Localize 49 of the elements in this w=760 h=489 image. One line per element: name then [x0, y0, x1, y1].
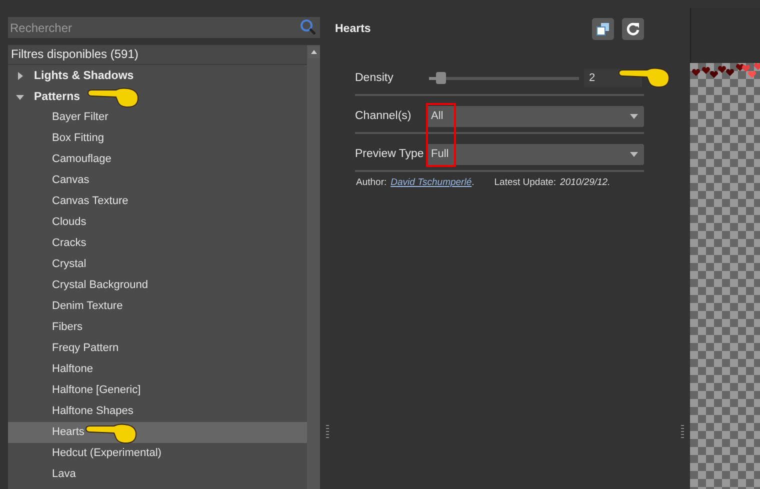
filter-item[interactable]: Crystal: [8, 254, 307, 275]
filter-item[interactable]: Hedcut (Experimental): [8, 443, 307, 464]
filter-item[interactable]: Clouds: [8, 212, 307, 233]
dropdown-arrow-icon: [630, 114, 638, 118]
author-label: Author:: [356, 177, 387, 188]
filter-item[interactable]: Canvas Texture: [8, 191, 307, 212]
filter-item[interactable]: Crystal Background: [8, 275, 307, 296]
filter-item[interactable]: Canvas: [8, 170, 307, 191]
filter-item[interactable]: Denim Texture: [8, 296, 307, 317]
category-item[interactable]: Lights & Shadows: [34, 70, 134, 82]
hearts-drawing: [690, 63, 760, 79]
splitter-handle[interactable]: [326, 425, 329, 439]
density-slider[interactable]: [426, 71, 582, 85]
scrollbar[interactable]: [307, 45, 320, 489]
slider-thumb[interactable]: [436, 72, 446, 84]
author-link[interactable]: David Tschumperlé: [390, 177, 472, 188]
highlight-frame: [426, 103, 456, 167]
filter-item[interactable]: Bayer Filter: [8, 107, 307, 128]
parameter-label: Density: [355, 72, 394, 84]
parameter-label: Preview Type: [355, 148, 425, 160]
filter-item[interactable]: Box Fitting: [8, 128, 307, 149]
filter-item[interactable]: Halftone: [8, 359, 307, 380]
update-label: Latest Update:: [494, 177, 556, 188]
punctuation: .: [472, 177, 474, 188]
filter-item[interactable]: Cracks: [8, 233, 307, 254]
reset-button[interactable]: [622, 18, 644, 40]
splitter-handle[interactable]: [681, 425, 684, 439]
filter-item[interactable]: Hearts: [8, 422, 307, 443]
filter-item[interactable]: Freqy Pattern: [8, 338, 307, 359]
filter-item[interactable]: Camouflage: [8, 149, 307, 170]
category-item[interactable]: Patterns: [34, 90, 80, 102]
parameter-label: Channel(s): [355, 110, 412, 122]
filter-item[interactable]: Lava: [8, 464, 307, 485]
expand-arrow-icon[interactable]: [16, 72, 24, 80]
dropdown[interactable]: All: [426, 106, 644, 126]
expand-arrow-icon[interactable]: [16, 92, 24, 100]
list-header: Filtres disponibles (591): [8, 45, 307, 65]
update-date: 2010/29/12.: [560, 177, 610, 188]
filter-item[interactable]: Fibers: [8, 317, 307, 338]
search-field[interactable]: Rechercher: [8, 17, 320, 38]
search-icon[interactable]: [300, 19, 316, 35]
filter-title: Hearts: [335, 23, 371, 35]
copy-button[interactable]: [592, 18, 614, 40]
dropdown-arrow-icon: [630, 152, 638, 156]
filter-item[interactable]: Halftone Shapes: [8, 401, 307, 422]
refresh-icon: [626, 22, 640, 36]
filter-item[interactable]: Halftone [Generic]: [8, 380, 307, 401]
windows-icon: [596, 22, 610, 36]
dropdown[interactable]: Full: [426, 144, 644, 164]
